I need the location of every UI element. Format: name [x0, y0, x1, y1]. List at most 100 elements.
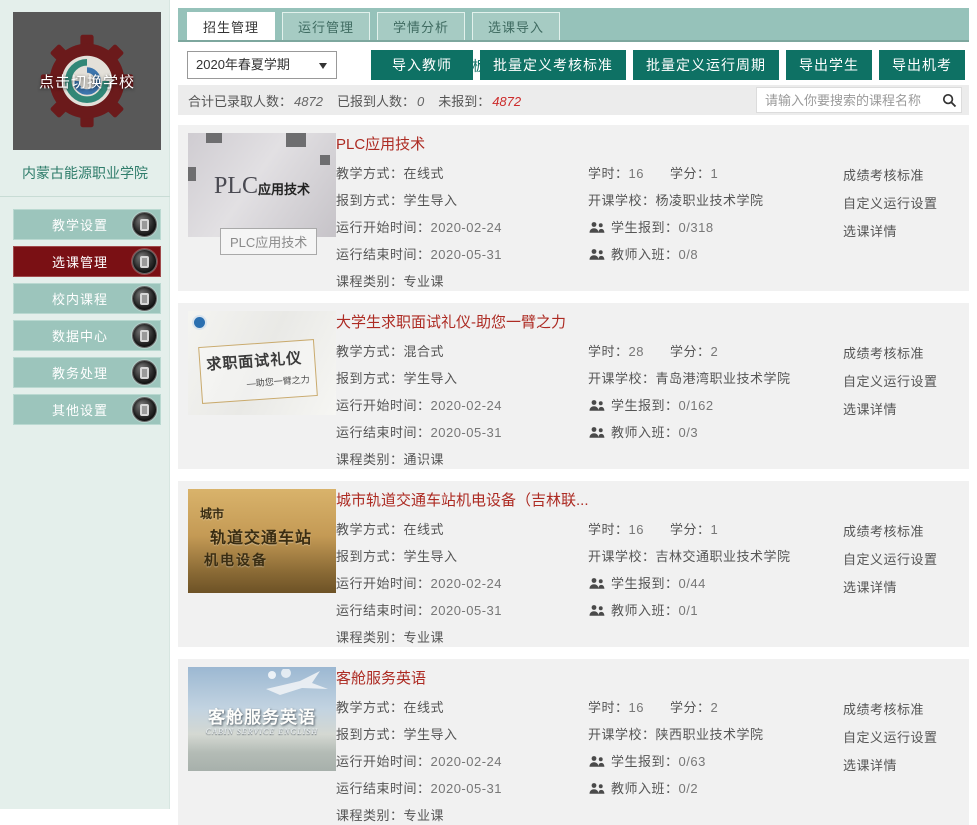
field-value: 2020-05-31	[431, 425, 503, 440]
field-value: 0/2	[679, 781, 699, 796]
users-icon	[588, 248, 606, 264]
grade-assessment-standard-link[interactable]: 成绩考核标准	[843, 699, 924, 718]
users-icon	[588, 604, 606, 620]
grade-assessment-standard-link[interactable]: 成绩考核标准	[843, 165, 924, 184]
export-machine-exam-button[interactable]: 导出机考	[879, 50, 965, 80]
tab-enrollment-management[interactable]: 招生管理	[187, 12, 275, 40]
field-value: 0/3	[679, 425, 699, 440]
course-title[interactable]: PLC应用技术	[336, 133, 425, 154]
field-value: 学生导入	[404, 727, 458, 742]
semester-select-value: 2020年春夏学期	[196, 57, 290, 72]
thumb-text: —助您一臂之力	[207, 372, 310, 392]
custom-run-settings-link[interactable]: 自定义运行设置	[843, 371, 938, 390]
course-selection-details-link[interactable]: 选课详情	[843, 399, 897, 418]
course-selection-details-link[interactable]: 选课详情	[843, 221, 897, 240]
custom-run-settings-link[interactable]: 自定义运行设置	[843, 549, 938, 568]
field-label: 运行结束时间：	[336, 603, 431, 618]
decorative-dot	[194, 317, 205, 328]
batch-run-period-button[interactable]: 批量定义运行周期	[633, 50, 779, 80]
field-value: 2020-05-31	[431, 781, 503, 796]
course-list: PLC应用技术 PLC应用技术 PLC应用技术 教学方式：在线式 报到方式：学生…	[178, 125, 969, 825]
custom-run-settings-link[interactable]: 自定义运行设置	[843, 193, 938, 212]
field-label: 运行结束时间：	[336, 247, 431, 262]
thumb-text: 城市	[200, 505, 312, 522]
course-thumbnail[interactable]: 求职面试礼仪 —助您一臂之力	[188, 311, 336, 415]
search-icon[interactable]	[937, 93, 961, 108]
field-value: 1	[711, 166, 719, 181]
grade-assessment-standard-link[interactable]: 成绩考核标准	[843, 343, 924, 362]
course-thumbnail[interactable]: 城市 轨道交通车站 机电设备	[188, 489, 336, 593]
field-label: 课程类别：	[336, 274, 404, 289]
course-title[interactable]: 城市轨道交通车站机电设备（吉林联...	[336, 489, 589, 510]
field-label: 教学方式：	[336, 344, 404, 359]
semester-select[interactable]: 2020年春夏学期	[187, 51, 337, 79]
field-value: 2020-05-31	[431, 247, 503, 262]
sidebar-item-academic-affairs[interactable]: 教务处理	[13, 357, 161, 388]
field-value: 混合式	[404, 344, 445, 359]
course-card: PLC应用技术 PLC应用技术 PLC应用技术 教学方式：在线式 报到方式：学生…	[178, 125, 969, 291]
sidebar-item-other-settings[interactable]: 其他设置	[13, 394, 161, 425]
toolbar: 2020年春夏学期 下载教师模板 导入教师 批量定义考核标准 批量定义运行周期 …	[187, 50, 965, 80]
grade-assessment-standard-link[interactable]: 成绩考核标准	[843, 521, 924, 540]
course-selection-details-link[interactable]: 选课详情	[843, 577, 897, 596]
sidebar-item-campus-courses[interactable]: 校内课程	[13, 283, 161, 314]
batch-assessment-standard-button[interactable]: 批量定义考核标准	[480, 50, 626, 80]
field-label: 学时：	[588, 522, 629, 537]
users-icon	[588, 426, 606, 442]
field-value: 在线式	[404, 522, 445, 537]
users-icon	[588, 782, 606, 798]
users-icon	[588, 755, 606, 771]
switch-school-label[interactable]: 点击切换学校	[13, 71, 161, 92]
field-label: 开课学校：	[588, 193, 656, 208]
sidebar-item-course-selection[interactable]: 选课管理	[13, 246, 161, 277]
course-thumbnail[interactable]: PLC应用技术	[188, 133, 336, 237]
sidebar: 点击切换学校 内蒙古能源职业学院 教学设置 选课管理 校内课程 数据中心 教务处…	[0, 0, 170, 809]
import-teachers-button[interactable]: 导入教师	[371, 50, 473, 80]
stats-bar: 合计已录取人数：4872 已报到人数：0 未报到：4872	[178, 85, 969, 115]
menu-button-icon	[132, 286, 157, 311]
course-title[interactable]: 客舱服务英语	[336, 667, 426, 688]
field-value: 专业课	[404, 808, 445, 823]
course-card: 城市 轨道交通车站 机电设备 城市轨道交通车站机电设备（吉林联... 教学方式：…	[178, 481, 969, 647]
course-thumbnail[interactable]: 客舱服务英语 CABIN SERVICE ENGLISH	[188, 667, 336, 771]
field-value: 学生导入	[404, 193, 458, 208]
course-card: 客舱服务英语 CABIN SERVICE ENGLISH 客舱服务英语 教学方式…	[178, 659, 969, 825]
stat-reported: 已报到人数：0	[337, 91, 424, 110]
field-label: 报到方式：	[336, 193, 404, 208]
field-label: 教师入班：	[611, 247, 679, 262]
field-value: 2020-02-24	[431, 398, 503, 413]
sidebar-item-data-center[interactable]: 数据中心	[13, 320, 161, 351]
sidebar-divider	[0, 196, 170, 197]
field-label: 学分：	[670, 700, 711, 715]
sidebar-item-teaching-settings[interactable]: 教学设置	[13, 209, 161, 240]
field-value: 1	[711, 522, 719, 537]
field-label: 报到方式：	[336, 549, 404, 564]
stat-label: 已报到人数：	[337, 94, 415, 109]
thumb-text: 应用技术	[258, 179, 310, 198]
custom-run-settings-link[interactable]: 自定义运行设置	[843, 727, 938, 746]
field-label: 学生报到：	[611, 754, 679, 769]
field-label: 运行开始时间：	[336, 754, 431, 769]
thumb-text: PLC	[214, 174, 258, 198]
toolbar-buttons: 导入教师 批量定义考核标准 批量定义运行周期 导出学生 导出机考	[371, 50, 965, 80]
stat-value: 0	[417, 94, 424, 109]
course-selection-details-link[interactable]: 选课详情	[843, 755, 897, 774]
field-value: 28	[629, 344, 644, 359]
field-label: 学分：	[670, 344, 711, 359]
field-label: 运行开始时间：	[336, 576, 431, 591]
tab-operation-management[interactable]: 运行管理	[282, 12, 370, 40]
school-logo-switcher[interactable]: 点击切换学校	[13, 12, 161, 150]
tab-learning-analysis[interactable]: 学情分析	[377, 12, 465, 40]
field-label: 教师入班：	[611, 781, 679, 796]
tab-strip: 招生管理 运行管理 学情分析 选课导入	[178, 8, 969, 42]
course-search-input[interactable]	[757, 93, 937, 108]
sidebar-item-label: 校内课程	[52, 289, 108, 308]
course-title[interactable]: 大学生求职面试礼仪-助您一臂之力	[336, 311, 566, 332]
tab-course-import[interactable]: 选课导入	[472, 12, 560, 40]
chevron-down-icon	[319, 63, 327, 73]
users-icon	[588, 399, 606, 415]
export-students-button[interactable]: 导出学生	[786, 50, 872, 80]
menu-button-icon	[132, 360, 157, 385]
field-value: 2020-05-31	[431, 603, 503, 618]
field-value: 通识课	[404, 452, 445, 467]
